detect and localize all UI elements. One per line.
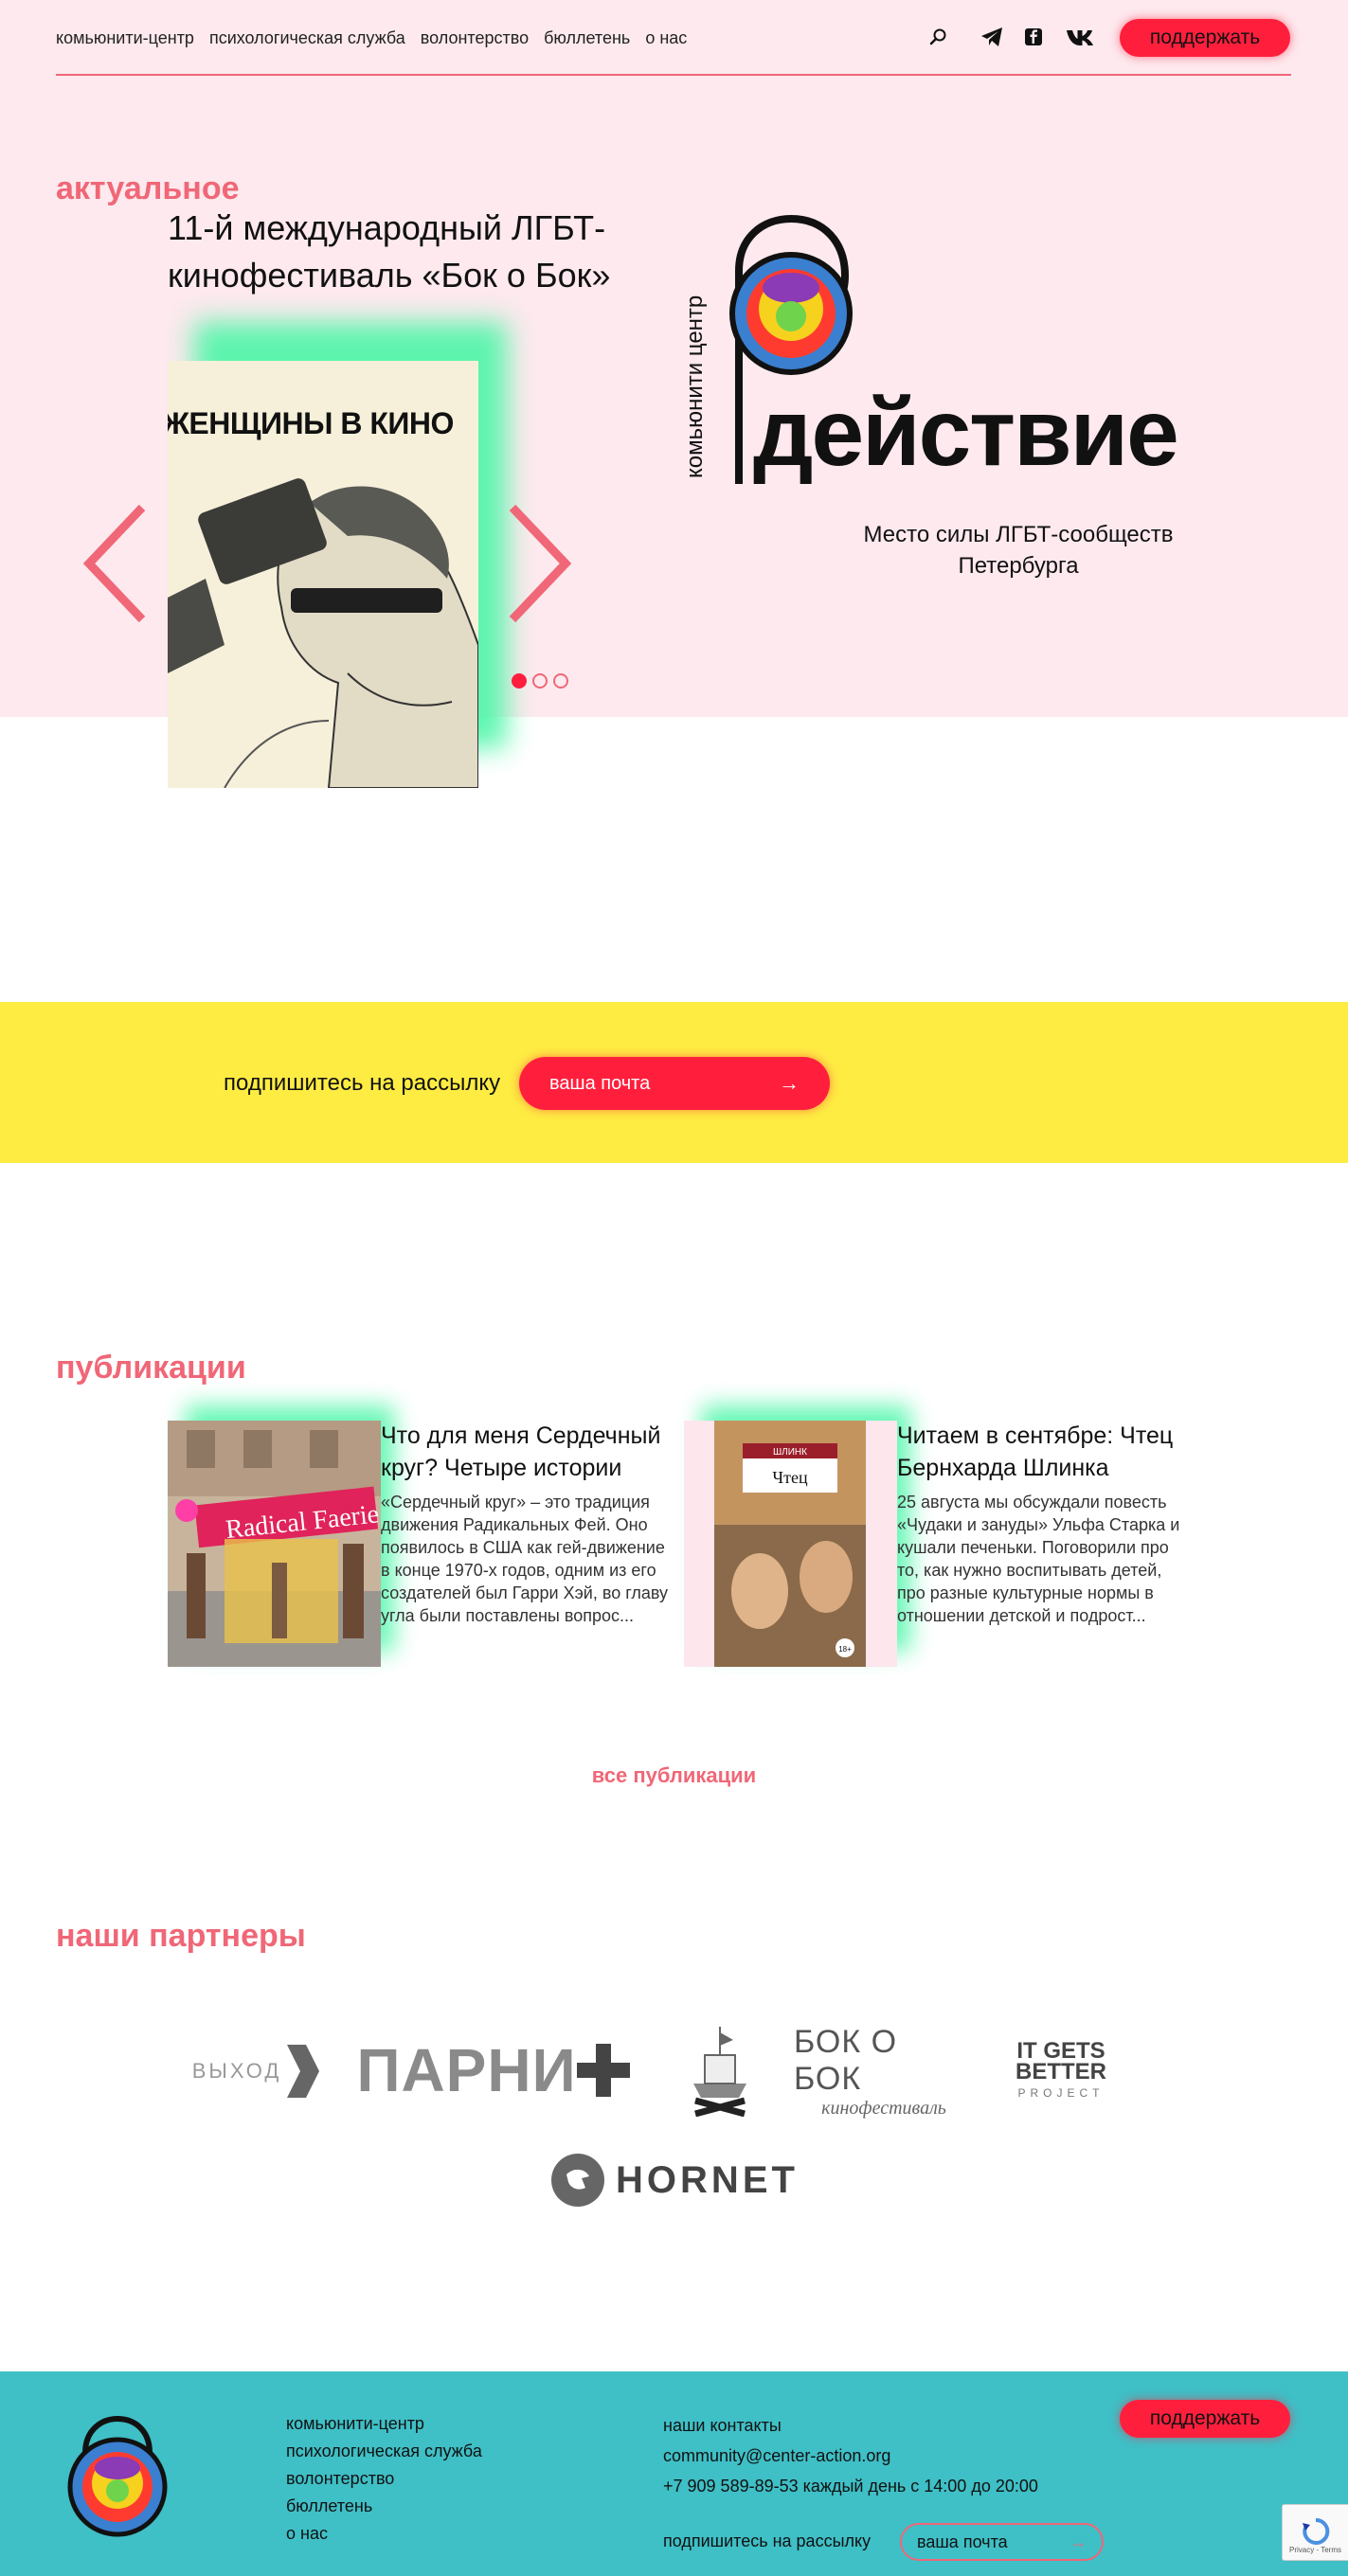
footer-nav-community[interactable]: комьюнити-центр xyxy=(286,2410,482,2438)
publication-excerpt: 25 августа мы обсуждали повесть «Чудаки … xyxy=(897,1493,1180,1625)
slide-illustration xyxy=(168,478,478,788)
footer-newsletter-input[interactable]: ваша почта → xyxy=(900,2523,1104,2561)
contact-phone: +7 909 589-89-53 каждый день с 14:00 до … xyxy=(663,2477,1038,2496)
partner-logo-it-gets-better[interactable]: IT GETS BETTER PROJECT xyxy=(1004,2036,1118,2107)
publication-title[interactable]: Читаем в сентябре: Чтец Бернхарда Шлинка xyxy=(897,1420,1191,1484)
pub2-age-rating: 18+ xyxy=(838,1645,852,1654)
recaptcha-icon xyxy=(1302,2517,1329,2545)
pub1-photo: Radical Faerie xyxy=(168,1421,381,1667)
vk-icon[interactable] xyxy=(1065,25,1099,49)
arrow-right-icon[interactable]: → xyxy=(1069,2532,1087,2552)
footer-newsletter-placeholder: ваша почта xyxy=(917,2531,1008,2551)
publication-image[interactable]: ШЛИНК Чтец 18+ xyxy=(684,1421,897,1667)
plus-icon xyxy=(576,2044,630,2097)
partner-logo-ship-icon[interactable] xyxy=(682,2027,758,2117)
main-nav: комьюнити-центр психологическая служба в… xyxy=(56,28,687,48)
news-section-title: актуальное xyxy=(56,170,240,206)
facebook-icon[interactable] xyxy=(1021,25,1046,49)
pub2-book-cover: ШЛИНК Чтец 18+ xyxy=(684,1421,897,1667)
telegram-icon[interactable] xyxy=(980,25,1004,49)
nav-item-community[interactable]: комьюнити-центр xyxy=(56,28,194,48)
footer-nav-about[interactable]: о нас xyxy=(286,2520,482,2548)
support-button[interactable]: поддержать xyxy=(1120,19,1290,57)
partner-igb-line3: PROJECT xyxy=(1017,2085,1105,2100)
recaptcha-text: Privacy - Terms xyxy=(1289,2546,1341,2554)
slider-dot[interactable] xyxy=(512,673,527,689)
pub2-book-author: ШЛИНК xyxy=(773,1447,807,1458)
recaptcha-badge[interactable]: Privacy - Terms xyxy=(1282,2504,1348,2561)
partner-parni-text: ПАРНИ xyxy=(356,2036,577,2104)
slider-dot[interactable] xyxy=(553,673,568,689)
partner-logo-hornet[interactable]: HORNET xyxy=(549,2152,800,2209)
partner-vykhod-text: ВЫХОД xyxy=(191,2059,282,2083)
pub2-book-title: Чтец xyxy=(772,1468,808,1487)
contacts-title: наши контакты xyxy=(663,2416,782,2435)
newsletter-email-input[interactable]: ваша почта → xyxy=(519,1057,830,1110)
nav-item-bulletin[interactable]: бюллетень xyxy=(544,28,630,48)
footer-nav-psychology[interactable]: психологическая служба xyxy=(286,2438,482,2465)
nav-item-psychology[interactable]: психологическая служба xyxy=(209,28,405,48)
hornet-icon xyxy=(551,2154,605,2207)
newsletter-label: подпишитесь на рассылку xyxy=(224,1070,501,1096)
footer-newsletter-label: подпишитесь на рассылку xyxy=(663,2531,872,2550)
newsletter-placeholder: ваша почта xyxy=(549,1072,651,1094)
publication-title[interactable]: Что для меня Сердечный круг? Четыре исто… xyxy=(381,1420,674,1484)
logo-wordmark: действие xyxy=(753,380,1179,486)
slider-prev-arrow[interactable] xyxy=(81,502,148,625)
partner-hornet-text: HORNET xyxy=(616,2158,799,2201)
partners-section-title: наши партнеры xyxy=(56,1918,306,1954)
publication-excerpt: «Сердечный круг» – это традиция движения… xyxy=(381,1493,669,1625)
publications-section-title: публикации xyxy=(56,1350,246,1386)
all-publications-link[interactable]: все публикации xyxy=(0,1763,1348,1788)
footer-logo-icon[interactable] xyxy=(64,2415,169,2538)
slider-dots xyxy=(512,673,568,689)
footer-nav-volunteering[interactable]: волонтерство xyxy=(286,2465,482,2493)
partner-bok-text: БОК О БОК xyxy=(794,2023,898,2097)
partner-logo-vykhod[interactable]: ВЫХОД xyxy=(189,2043,322,2100)
logo-vertical-text: комьюнити центр xyxy=(682,295,708,478)
nav-item-about[interactable]: о нас xyxy=(645,28,687,48)
slider-next-arrow[interactable] xyxy=(507,502,573,625)
footer-support-button[interactable]: поддержать xyxy=(1120,2400,1290,2438)
footer-contacts: наши контакты community@center-action.or… xyxy=(663,2410,1038,2501)
partner-logo-parni-plus[interactable]: ПАРНИ xyxy=(349,2034,638,2106)
footer-nav-bulletin[interactable]: бюллетень xyxy=(286,2493,482,2520)
nav-item-volunteering[interactable]: волонтерство xyxy=(421,28,529,48)
partner-bok-subtitle: кинофестиваль xyxy=(821,2097,946,2119)
contact-email[interactable]: community@center-action.org xyxy=(663,2441,1038,2471)
slide-title[interactable]: 11-й международный ЛГБТ-кинофестиваль «Б… xyxy=(168,205,632,299)
partner-logo-bok-o-bok[interactable]: БОК О БОК кинофестиваль xyxy=(794,2024,974,2119)
arrow-right-icon[interactable]: → xyxy=(779,1071,800,1096)
slider-dot[interactable] xyxy=(532,673,548,689)
partner-igb-line2: BETTER xyxy=(1015,2058,1106,2084)
publication-image[interactable]: Radical Faerie xyxy=(168,1421,381,1667)
footer-nav: комьюнити-центр психологическая служба в… xyxy=(286,2410,482,2548)
header-divider xyxy=(56,74,1291,76)
slide-image[interactable]: ЖЕНЩИНЫ В КИНО xyxy=(168,361,478,788)
hero-tagline: Место силы ЛГБТ-сообществ Петербурга xyxy=(863,522,1174,579)
search-icon[interactable] xyxy=(926,25,951,49)
chevron-right-icon xyxy=(287,2045,320,2098)
